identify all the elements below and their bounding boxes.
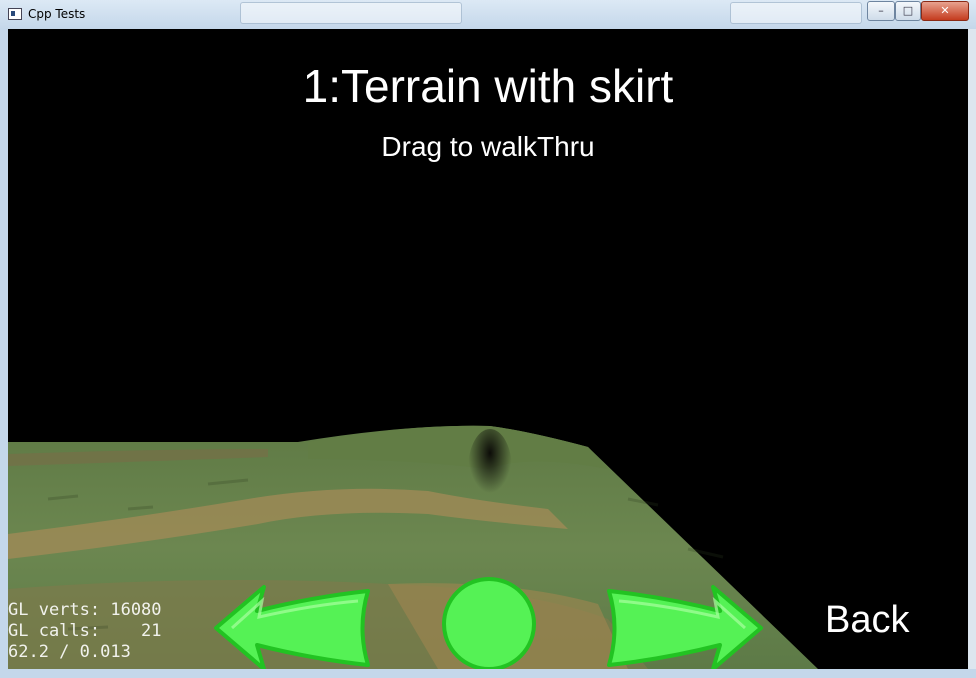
minimize-button[interactable]: – <box>867 1 895 21</box>
app-icon <box>8 8 22 20</box>
left-arrow-icon[interactable] <box>212 583 372 669</box>
stat-fps: 62.2 / 0.013 <box>8 642 131 662</box>
debug-stats: GL verts: 16080 GL calls: 21 62.2 / 0.01… <box>8 600 162 663</box>
terrain-scene[interactable] <box>8 29 968 669</box>
background-window-tab <box>730 2 862 24</box>
scene-subtitle: Drag to walkThru <box>381 131 595 162</box>
window-frame-bottom <box>0 669 976 678</box>
right-arrow-icon[interactable] <box>605 583 765 669</box>
circle-icon[interactable] <box>439 575 539 669</box>
terrain-ridge-shadow <box>468 429 512 509</box>
scrollbar[interactable] <box>968 29 976 669</box>
stat-gl-calls: GL calls: 21 <box>8 621 162 641</box>
background-window-tab <box>240 2 462 24</box>
back-button[interactable]: Back <box>825 599 909 642</box>
maximize-button[interactable]: □ <box>895 1 921 21</box>
scene-title: 1:Terrain with skirt <box>302 60 674 112</box>
window-title: Cpp Tests <box>28 7 86 21</box>
close-button[interactable]: ✕ <box>921 1 969 21</box>
stat-gl-verts: GL verts: 16080 <box>8 600 162 620</box>
window-titlebar[interactable]: Cpp Tests – □ ✕ <box>0 0 976 30</box>
game-viewport[interactable]: 1:Terrain with skirt Drag to walkThru Ba… <box>8 29 968 669</box>
window-frame-left <box>0 29 8 669</box>
